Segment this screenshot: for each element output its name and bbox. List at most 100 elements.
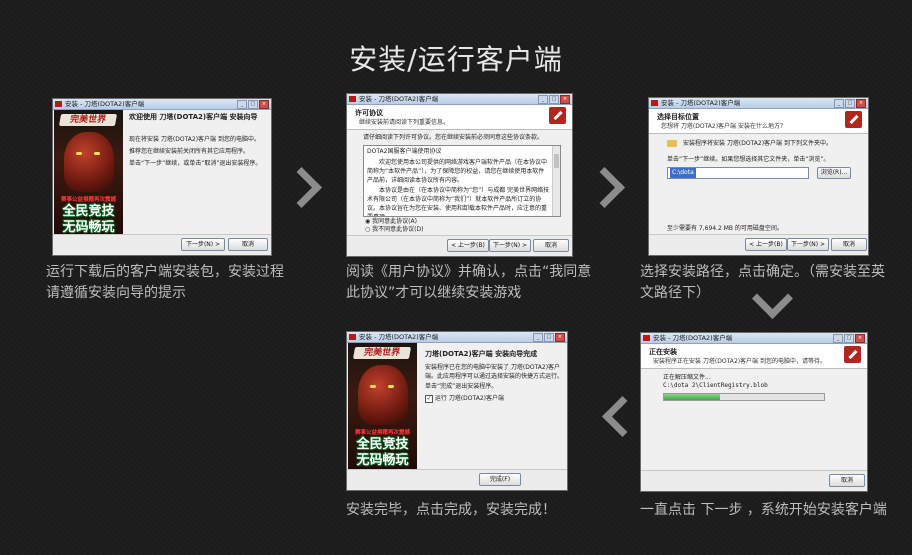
cancel-button[interactable]: 取消 <box>831 238 867 251</box>
promo-line1: 全民竞技 <box>62 204 115 219</box>
dota-icon <box>549 107 566 124</box>
install-file: C:\dota 2\ClientRegistry.blob <box>663 382 768 389</box>
app-icon <box>643 335 650 341</box>
caption-step-4: 一直点击 下一步 ，系统开始安装客户端 <box>640 502 887 518</box>
finish-heading: 刀塔(DOTA2)客户端 安装向导完成 <box>425 350 538 358</box>
maximize-icon[interactable]: □ <box>549 95 559 104</box>
caption-step-2: 阅读《用户协议》并确认，点击“我同意此协议”才可以继续安装游戏 <box>346 264 592 301</box>
promo-text: 赛事公益捐赠再次震撼 <box>60 197 116 203</box>
promo-line2: 无码畅玩 <box>356 453 409 468</box>
cancel-button[interactable]: 取消 <box>228 238 268 251</box>
back-button[interactable]: < 上一步(B) <box>745 238 787 251</box>
screenshot-location: 安装 - 刀塔(DOTA2)客户端 _ □ × 选择目标位置 您想将 刀塔(DOTA2… <box>648 97 869 256</box>
close-icon[interactable]: × <box>855 334 865 343</box>
finish-button[interactable]: 完成(F) <box>479 473 521 486</box>
header-subtitle: 您想将 刀塔(DOTA2)客户端 安装在什么地方？ <box>661 123 786 130</box>
button-bar: 完成(F) <box>347 469 567 490</box>
location-text-1: 安装程序将安装 刀塔(DOTA2)客户端 到下列文件夹中。 <box>683 140 832 147</box>
license-scrollbar[interactable] <box>552 146 560 216</box>
title-bar: 安装 - 刀塔(DOTA2)客户端 _ □ × <box>53 99 271 110</box>
license-textbox[interactable]: DOTA2国服客户端使用协议 欢迎您使用本公司提供的网络游戏客户端软件产品（在本… <box>363 145 561 217</box>
maximize-icon[interactable]: □ <box>248 100 258 109</box>
install-path-input[interactable]: C:\dota <box>667 167 809 179</box>
maximize-icon[interactable]: □ <box>544 333 554 342</box>
wizard-header: 许可协议 继续安装前请阅读下列重要信息。 <box>347 105 572 130</box>
radio-empty-icon: ○ <box>365 226 371 233</box>
close-icon[interactable]: × <box>560 95 570 104</box>
button-bar: < 上一步(B) 下一步(N) > 取消 <box>347 235 572 256</box>
maximize-icon[interactable]: □ <box>845 99 855 108</box>
button-bar: 下一步(N) > 取消 <box>53 234 271 255</box>
app-icon <box>651 100 658 106</box>
license-para-1: 欢迎您使用本公司提供的网络游戏客户端软件产品（在本协议中简称为“本软件产品”），… <box>367 159 548 184</box>
logo: 完美世界 <box>58 114 118 126</box>
close-icon[interactable]: × <box>856 99 866 108</box>
dota-icon <box>844 346 861 363</box>
window-title: 安装 - 刀塔(DOTA2)客户端 <box>359 333 439 341</box>
next-button[interactable]: 下一步(N) > <box>181 238 225 251</box>
run-checkbox[interactable]: ✓ 运行 刀塔(DOTA2)客户端 <box>425 394 504 403</box>
welcome-heading: 欢迎使用 刀塔(DOTA2)客户端 安装向导 <box>129 113 258 121</box>
hero-art <box>358 365 408 425</box>
promo-text: 赛事公益捐赠再次震撼 <box>354 430 410 436</box>
back-button[interactable]: < 上一步(B) <box>447 239 489 252</box>
radio-selected-icon: ◉ <box>365 218 371 225</box>
caption-step-5: 安装完毕，点击完成，安装完成！ <box>346 502 556 518</box>
promo-line1: 全民竞技 <box>356 437 409 452</box>
button-bar: 取消 <box>641 470 867 491</box>
hero-art <box>64 132 114 192</box>
license-title: DOTA2国服客户端使用协议 <box>367 148 442 155</box>
close-icon[interactable]: × <box>259 100 269 109</box>
banner-image: 完美世界 赛事公益捐赠再次震撼 全民竞技 无码畅玩 <box>54 110 123 234</box>
page-title: 安装/运行客户端 <box>349 43 563 76</box>
window-title: 安装 - 刀塔(DOTA2)客户端 <box>65 100 145 108</box>
license-para-2: 本协议是由在（在本协议中简称为“您”）与成都 完美世界网络技术有限公司（在本协议… <box>367 187 550 216</box>
cancel-button[interactable]: 取消 <box>829 474 865 487</box>
cancel-button[interactable]: 取消 <box>533 239 569 252</box>
logo: 完美世界 <box>352 347 412 359</box>
folder-icon <box>667 140 677 147</box>
app-icon <box>55 101 62 107</box>
decline-label: 我不同意此协议(D) <box>372 226 424 233</box>
title-bar: 安装 - 刀塔(DOTA2)客户端 _ □ × <box>641 333 867 344</box>
decline-radio[interactable]: ○ 我不同意此协议(D) <box>365 225 423 234</box>
screenshot-finish: 安装 - 刀塔(DOTA2)客户端 _ □ × 完美世界 赛事公益捐赠再次震撼 全民… <box>346 331 568 491</box>
run-checkbox-label: 运行 刀塔(DOTA2)客户端 <box>434 395 504 402</box>
install-progress-bar <box>663 393 825 401</box>
minimize-icon[interactable]: _ <box>533 333 543 342</box>
browse-button[interactable]: 浏览(R)... <box>817 167 851 179</box>
minimize-icon[interactable]: _ <box>237 100 247 109</box>
window-title: 安装 - 刀塔(DOTA2)客户端 <box>661 99 741 107</box>
promo-line2: 无码畅玩 <box>62 220 115 234</box>
maximize-icon[interactable]: □ <box>844 334 854 343</box>
finish-text-2: 单击“完成”退出安装程序。 <box>425 383 498 390</box>
button-bar: < 上一步(B) 下一步(N) > 取消 <box>649 234 868 255</box>
license-intro: 请仔细阅读下列许可协议。您在继续安装前必须同意这些协议条款。 <box>363 134 544 141</box>
minimize-icon[interactable]: _ <box>834 99 844 108</box>
title-bar: 安装 - 刀塔(DOTA2)客户端 _ □ × <box>649 98 868 109</box>
location-text-2: 单击“下一步”继续。如果您想选择其它文件夹，单击“浏览”。 <box>667 156 830 163</box>
window-title: 安装 - 刀塔(DOTA2)客户端 <box>359 95 439 103</box>
next-button[interactable]: 下一步(N) > <box>489 239 531 252</box>
finish-text-1: 安装程序已在您的电脑中安装了 刀塔(DOTA2)客户端。此应用程序可以通过选择安… <box>425 364 564 380</box>
minimize-icon[interactable]: _ <box>833 334 843 343</box>
dota-icon <box>845 111 862 128</box>
welcome-text-2: 推荐您在继续安装前关闭所有其它应用程序。 <box>129 148 250 155</box>
accept-label: 我同意此协议(A) <box>372 218 417 225</box>
chevron-right-icon <box>280 166 323 209</box>
checkbox-checked-icon: ✓ <box>425 395 433 403</box>
title-bar: 安装 - 刀塔(DOTA2)客户端 _ □ × <box>347 332 567 343</box>
install-progress-fill <box>664 394 720 400</box>
close-icon[interactable]: × <box>555 333 565 342</box>
next-button[interactable]: 下一步(N) > <box>787 238 829 251</box>
window-title: 安装 - 刀塔(DOTA2)客户端 <box>653 334 733 342</box>
welcome-text-1: 现在将安装 刀塔(DOTA2)客户端 到您的电脑中。 <box>129 136 260 143</box>
minimize-icon[interactable]: _ <box>538 95 548 104</box>
header-subtitle: 继续安装前请阅读下列重要信息。 <box>359 119 450 126</box>
screenshot-license: 安装 - 刀塔(DOTA2)客户端 _ □ × 许可协议 继续安装前请阅读下列重要信息… <box>346 93 573 257</box>
wizard-header: 选择目标位置 您想将 刀塔(DOTA2)客户端 安装在什么地方？ <box>649 109 868 134</box>
chevron-left-icon <box>601 395 644 438</box>
banner-image: 完美世界 赛事公益捐赠再次震撼 全民竞技 无码畅玩 <box>348 343 417 469</box>
caption-step-3: 选择安装路径，点击确定。（需安装至英文路径下） <box>640 264 885 301</box>
app-icon <box>349 96 356 102</box>
